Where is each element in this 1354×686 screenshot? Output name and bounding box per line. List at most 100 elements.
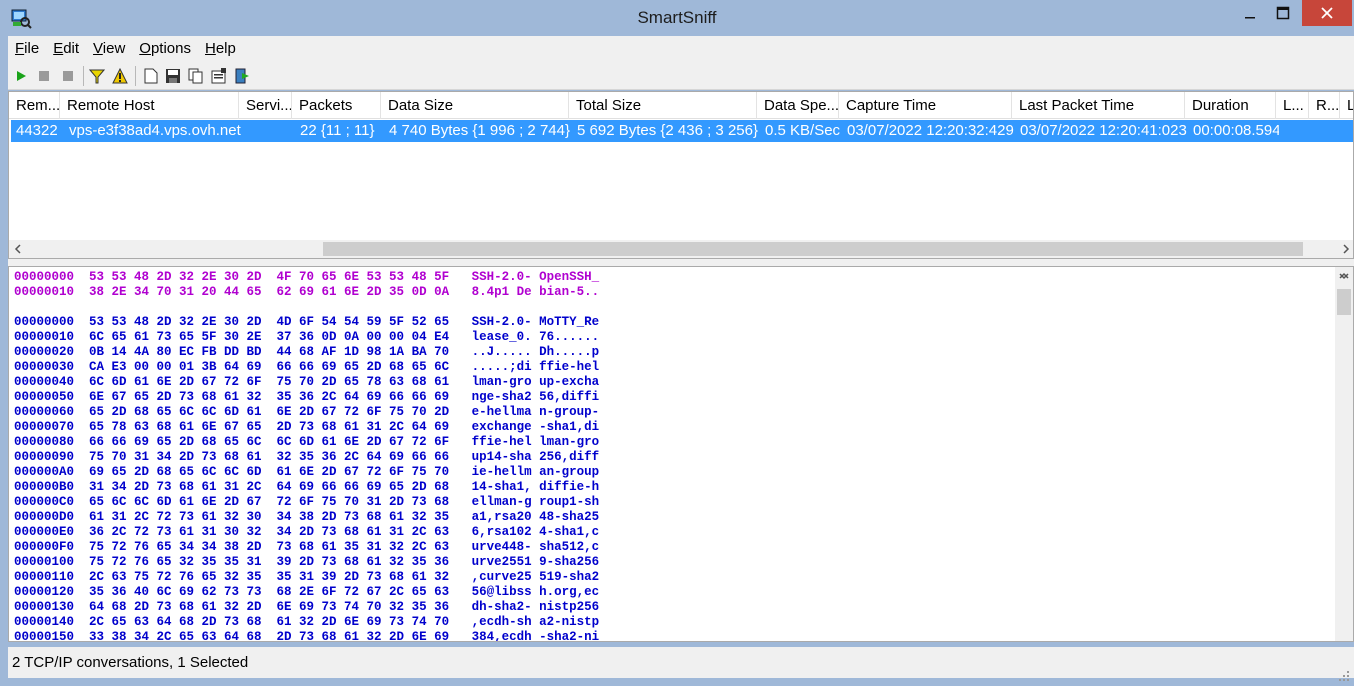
filter-icon[interactable] (88, 67, 106, 85)
menu-item-edit[interactable]: Edit (46, 36, 86, 62)
hex-line-server: 000000B0 31 34 2D 73 68 61 31 2C 64 69 6… (14, 480, 600, 494)
vertical-scrollbar[interactable] (1335, 267, 1353, 641)
toolbar (8, 62, 1354, 90)
column-header-remote-2[interactable]: R... (1309, 92, 1340, 119)
column-header-total-size[interactable]: Total Size (569, 92, 757, 119)
menu-item-options[interactable]: Options (132, 36, 198, 62)
save-icon[interactable] (164, 67, 182, 85)
hex-line-server: 00000080 66 66 69 65 2D 68 65 6C 6C 6D 6… (14, 435, 600, 449)
hex-line-server: 00000090 75 70 31 34 2D 73 68 61 32 35 3… (14, 450, 600, 464)
menu-label-rest: dit (63, 40, 80, 57)
column-header-remote-port[interactable]: Rem... (9, 92, 60, 119)
column-header-capture-time[interactable]: Capture Time (839, 92, 1012, 119)
window-title: SmartSniff (637, 8, 717, 27)
hex-line-server: 000000A0 69 65 2D 68 65 6C 6C 6D 61 6E 2… (14, 465, 600, 479)
hex-line-server: 00000040 6C 6D 61 6E 2D 67 72 6F 75 70 2… (14, 375, 600, 389)
start-capture-icon[interactable] (12, 67, 30, 85)
minimize-button[interactable] (1232, 0, 1268, 26)
status-text: 2 TCP/IP conversations, 1 Selected (12, 654, 249, 671)
menu-mnemonic: E (53, 40, 64, 57)
hex-line-server: 00000020 0B 14 4A 80 EC FB DD BD 44 68 A… (14, 345, 600, 359)
cell-packets: 22 {11 ; 11} (300, 122, 375, 139)
menu-label-rest: iew (102, 40, 126, 57)
close-button[interactable] (1302, 0, 1352, 26)
column-header-service[interactable]: Servi... (239, 92, 292, 119)
hex-line-server: 000000E0 36 2C 72 73 61 31 30 32 34 2D 7… (14, 525, 600, 539)
horizontal-scroll-thumb[interactable] (323, 242, 1303, 256)
pane-splitter[interactable] (8, 259, 1354, 266)
column-header-data-speed[interactable]: Data Spe... (757, 92, 839, 119)
hex-line-server: 00000130 64 68 2D 73 68 61 32 2D 6E 69 7… (14, 600, 600, 614)
menu-label-rest: elp (215, 40, 236, 57)
hex-dump-content: 00000000 53 53 48 2D 32 2E 30 2D 4F 70 6… (14, 270, 600, 642)
list-header: Rem... Remote Host Servi... Packets Data… (9, 92, 1353, 119)
resize-grip-icon[interactable] (1338, 662, 1350, 681)
minimize-icon (1245, 17, 1255, 19)
menu-bar: File Edit View Options Help (8, 36, 1354, 62)
menu-label-rest: ile (24, 40, 40, 57)
menu-label-rest: ptions (150, 40, 191, 57)
stop-capture-icon[interactable] (35, 67, 53, 85)
scroll-right-icon[interactable] (1337, 240, 1353, 258)
hex-line-server: 00000000 53 53 48 2D 32 2E 30 2D 4D 6F 5… (14, 315, 600, 329)
close-icon (1321, 7, 1333, 19)
column-header-local-1[interactable]: L... (1276, 92, 1309, 119)
conversation-row[interactable]: 44322 vps-e3f38ad4.vps.ovh.net 22 {11 ; … (11, 120, 1353, 142)
toolbar-separator (83, 66, 84, 86)
hex-dump-pane[interactable]: 00000000 53 53 48 2D 32 2E 30 2D 4F 70 6… (8, 266, 1354, 642)
hex-line-client: 00000000 53 53 48 2D 32 2E 30 2D 4F 70 6… (14, 270, 600, 284)
pause-icon[interactable] (59, 67, 77, 85)
column-header-packets[interactable]: Packets (292, 92, 381, 119)
new-file-icon[interactable] (142, 67, 160, 85)
title-bar: SmartSniff (0, 0, 1354, 36)
scroll-left-icon[interactable] (9, 240, 27, 258)
exit-icon[interactable] (233, 67, 251, 85)
cell-capture-time: 03/07/2022 12:20:32:429 (847, 122, 1014, 139)
hex-line-server: 00000010 6C 65 61 73 65 5F 30 2E 37 36 0… (14, 330, 600, 344)
cell-service (242, 120, 295, 142)
smartsniff-window: SmartSniff File Edit View Options Help R… (0, 0, 1354, 686)
horizontal-scrollbar[interactable] (9, 240, 1353, 258)
menu-mnemonic: O (139, 40, 151, 57)
toolbar-separator (135, 66, 136, 86)
hex-line-server: 000000F0 75 72 76 65 34 34 38 2D 73 68 6… (14, 540, 600, 554)
hex-line-server: 00000070 65 78 63 68 61 6E 67 65 2D 73 6… (14, 420, 600, 434)
cell-last-packet-time: 03/07/2022 12:20:41:023 (1020, 122, 1187, 139)
cell-remote-port: 44322 (16, 122, 58, 139)
column-header-data-size[interactable]: Data Size (381, 92, 569, 119)
hex-line-server: 00000120 35 36 40 6C 69 62 73 73 68 2E 6… (14, 585, 600, 599)
hex-line-server: 00000150 33 38 34 2C 65 63 64 68 2D 73 6… (14, 630, 600, 642)
cell-data-size: 4 740 Bytes {1 996 ; 2 744} (389, 122, 570, 139)
cell-data-speed: 0.5 KB/Sec (765, 122, 841, 139)
menu-mnemonic: H (205, 40, 216, 57)
hex-line-server: 000000D0 61 31 2C 72 73 61 32 30 34 38 2… (14, 510, 600, 524)
properties-icon[interactable] (210, 67, 228, 85)
warning-filter-icon[interactable] (111, 67, 129, 85)
maximize-icon (1276, 6, 1290, 20)
column-header-remote-host[interactable]: Remote Host (60, 92, 239, 119)
menu-mnemonic: F (15, 40, 25, 57)
menu-item-help[interactable]: Help (198, 36, 243, 62)
column-header-last-packet-time[interactable]: Last Packet Time (1012, 92, 1185, 119)
menu-item-view[interactable]: View (86, 36, 132, 62)
status-bar: 2 TCP/IP conversations, 1 Selected (8, 647, 1354, 681)
hex-line-server: 000000C0 65 6C 6C 6D 61 6E 2D 67 72 6F 7… (14, 495, 600, 509)
column-header-duration[interactable]: Duration (1185, 92, 1276, 119)
cell-duration: 00:00:08.594 (1193, 122, 1279, 139)
column-header-local-2[interactable]: L (1340, 92, 1353, 119)
maximize-button[interactable] (1265, 0, 1301, 26)
cell-total-size: 5 692 Bytes {2 436 ; 3 256} (577, 122, 758, 139)
hex-line-server: 00000110 2C 63 75 72 76 65 32 35 35 31 3… (14, 570, 600, 584)
vertical-scroll-thumb[interactable] (1337, 289, 1351, 315)
hex-line-server: 00000030 CA E3 00 00 01 3B 64 69 66 66 6… (14, 360, 600, 374)
hex-line-server: 00000060 65 2D 68 65 6C 6C 6D 61 6E 2D 6… (14, 405, 600, 419)
hex-line-server: 00000050 6E 67 65 2D 73 68 61 32 35 36 2… (14, 390, 600, 404)
hex-line-server: 00000100 75 72 76 65 32 35 35 31 39 2D 7… (14, 555, 600, 569)
hex-line-client: 00000010 38 2E 34 70 31 20 44 65 62 69 6… (14, 285, 600, 299)
scroll-down-icon[interactable] (1335, 267, 1353, 285)
conversation-list[interactable]: Rem... Remote Host Servi... Packets Data… (8, 91, 1354, 259)
menu-mnemonic: V (93, 40, 103, 57)
copy-icon[interactable] (187, 67, 205, 85)
hex-line-server: 00000140 2C 65 63 64 68 2D 73 68 61 32 2… (14, 615, 600, 629)
menu-item-file[interactable]: File (8, 36, 46, 62)
